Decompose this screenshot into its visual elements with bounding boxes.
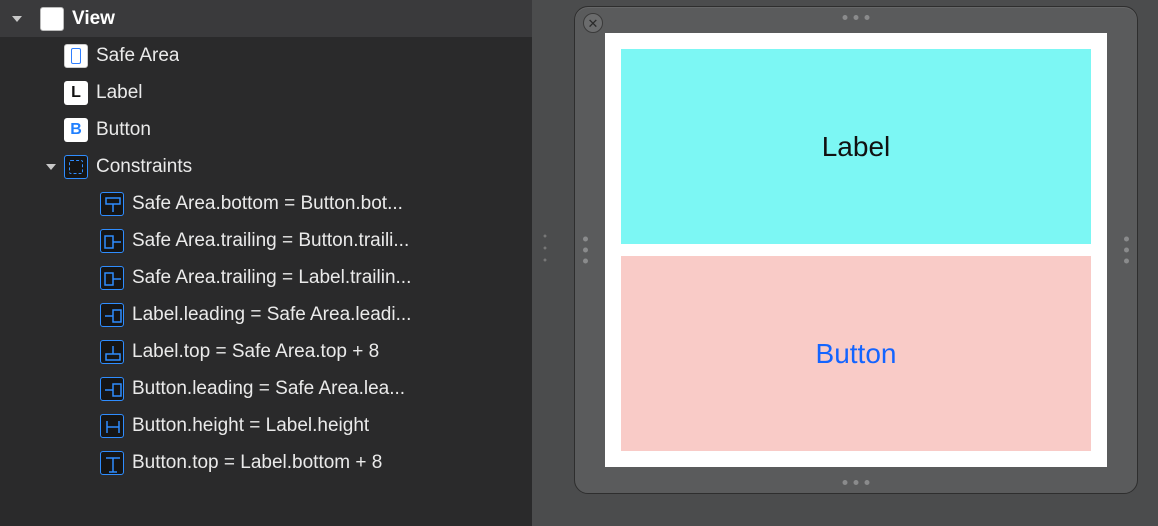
constraint-text: Label.top = Safe Area.top + 8 [132,341,379,363]
preview-label-element[interactable]: Label [621,49,1091,244]
outline-row-constraint[interactable]: Safe Area.bottom = Button.bot... [0,185,532,222]
constraints-group-icon [64,155,88,179]
preview-button-text: Button [816,338,897,370]
resize-handle-left[interactable] [583,237,588,264]
outline-label-label: Label [96,82,143,104]
resize-handle-top[interactable] [843,15,870,20]
outline-row-safearea[interactable]: Safe Area [0,37,532,74]
preview-button-element[interactable]: Button [621,256,1091,451]
constraint-text: Button.top = Label.bottom + 8 [132,452,382,474]
resize-handle-right[interactable] [1124,237,1129,264]
constraint-icon [100,451,124,475]
safearea-icon [64,44,88,68]
outline-row-constraint[interactable]: Button.leading = Safe Area.lea... [0,370,532,407]
outline-row-constraint[interactable]: Label.leading = Safe Area.leadi... [0,296,532,333]
outline-row-constraint[interactable]: Safe Area.trailing = Label.trailin... [0,259,532,296]
constraint-icon [100,340,124,364]
constraint-icon [100,414,124,438]
constraint-icon [100,377,124,401]
outline-label-view: View [72,8,115,30]
outline-row-constraint[interactable]: Button.height = Label.height [0,407,532,444]
constraint-text: Label.leading = Safe Area.leadi... [132,304,411,326]
outline-label-safearea: Safe Area [96,45,179,67]
close-icon: ✕ [588,17,599,30]
chevron-down-icon[interactable] [10,12,24,26]
outline-row-constraints[interactable]: Constraints [0,148,532,185]
constraint-icon [100,303,124,327]
document-outline: View Safe Area L Label B Button Constrai… [0,0,532,526]
resize-handle-bottom[interactable] [843,480,870,485]
constraint-text: Safe Area.bottom = Button.bot... [132,193,403,215]
outline-row-label[interactable]: L Label [0,74,532,111]
device-frame[interactable]: ✕ Label Button [574,6,1138,494]
canvas-area[interactable]: ✕ Label Button [532,0,1158,526]
outline-row-view[interactable]: View [0,0,532,37]
constraint-text: Safe Area.trailing = Label.trailin... [132,267,411,289]
outline-label-constraints: Constraints [96,156,192,178]
outline-row-constraint[interactable]: Label.top = Safe Area.top + 8 [0,333,532,370]
constraint-text: Button.leading = Safe Area.lea... [132,378,405,400]
constraint-text: Button.height = Label.height [132,415,369,437]
constraint-icon [100,229,124,253]
preview-label-text: Label [822,131,891,163]
outline-row-constraint[interactable]: Safe Area.trailing = Button.traili... [0,222,532,259]
constraint-text: Safe Area.trailing = Button.traili... [132,230,409,252]
outline-label-button: Button [96,119,151,141]
button-icon: B [64,118,88,142]
chevron-down-icon[interactable] [44,160,58,174]
constraint-icon [100,192,124,216]
close-preview-button[interactable]: ✕ [583,13,603,33]
outline-row-button[interactable]: B Button [0,111,532,148]
device-screen[interactable]: Label Button [605,33,1107,467]
view-icon [40,7,64,31]
constraint-icon [100,266,124,290]
outline-row-constraint[interactable]: Button.top = Label.bottom + 8 [0,444,532,481]
label-icon: L [64,81,88,105]
